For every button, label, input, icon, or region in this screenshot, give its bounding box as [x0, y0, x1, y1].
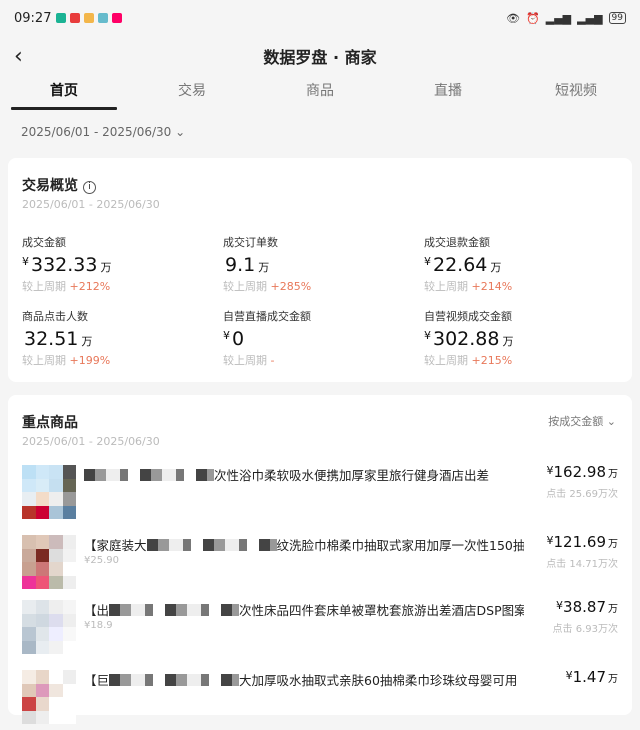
section-title: 交易概览 i [22, 175, 96, 195]
tab-products[interactable]: 商品 [256, 80, 384, 108]
product-thumbnail [22, 600, 76, 654]
metric[interactable]: 自营视频成交金额 ¥302.88 万 较上周期 +215% [424, 308, 614, 368]
alarm-icon: ⏰ [526, 11, 540, 25]
metric-change: 较上周期 +199% [22, 354, 111, 367]
chevron-down-icon: ⌄ [175, 125, 186, 139]
metric-label: 商品点击人数 [22, 310, 88, 323]
metric-value: 9.1 万 [225, 254, 270, 276]
product-clicks: 点击 25.69万次 [546, 489, 618, 500]
product-price: ¥18.9 [84, 620, 113, 631]
tab-live[interactable]: 直播 [384, 80, 512, 108]
chevron-down-icon: ⌄ [606, 415, 616, 428]
metric-value: 32.51 万 [24, 328, 93, 350]
trade-overview-card: 交易概览 i 2025/06/01 - 2025/06/30 成交金额 ¥332.… [8, 158, 632, 382]
eye-icon: 👁 [506, 11, 521, 25]
info-icon[interactable]: i [83, 181, 96, 194]
section-date: 2025/06/01 - 2025/06/30 [22, 435, 160, 448]
product-amount: ¥121.69 万 [546, 533, 619, 551]
tab-short-video[interactable]: 短视频 [512, 80, 640, 108]
metric[interactable]: 成交退款金额 ¥22.64 万 较上周期 +214% [424, 234, 614, 294]
key-products-card: 重点商品 按成交金额 ⌄ 2025/06/01 - 2025/06/30 次性浴… [8, 395, 632, 724]
product-row[interactable]: 【巨 大加厚吸水抽取式亲肤60抽棉柔巾珍珠纹母婴可用 ¥1.47 万 [22, 668, 618, 730]
metric[interactable]: 自营直播成交金额 ¥0 较上周期 - [223, 308, 413, 368]
notification-icons [56, 13, 123, 23]
tab-trade[interactable]: 交易 [128, 80, 256, 108]
metric-change: 较上周期 +212% [22, 280, 111, 293]
tab-bar: 首页 交易 商品 直播 短视频 [0, 80, 640, 108]
section-title: 重点商品 [22, 415, 78, 431]
product-title: 次性浴巾柔软吸水便携加厚家里旅行健身酒店出差 [84, 465, 524, 484]
mosaic-redaction [84, 469, 214, 481]
product-amount: ¥162.98 万 [546, 463, 619, 481]
metric[interactable]: 商品点击人数 32.51 万 较上周期 +199% [22, 308, 212, 368]
date-range-text: 2025/06/01 - 2025/06/30 [21, 125, 172, 139]
metric-label: 自营直播成交金额 [223, 310, 311, 323]
product-row[interactable]: 【家庭装大纹洗脸巾棉柔巾抽取式家用加厚一次性150抽棉柔巾 ¥25.90 ¥12… [22, 533, 619, 595]
nav-bar: ‹ 数据罗盘 · 商家 [0, 44, 640, 70]
metric-change: 较上周期 +215% [424, 354, 513, 367]
metric-value: ¥302.88 万 [424, 328, 514, 350]
metric[interactable]: 成交订单数 9.1 万 较上周期 +285% [223, 234, 413, 294]
back-button[interactable]: ‹ [14, 44, 23, 69]
status-bar: 09:27 👁 ⏰ ▂▄▆ ▂▄▆ 99 [14, 8, 626, 28]
mosaic-redaction [109, 674, 240, 686]
page-title: 数据罗盘 · 商家 [263, 48, 377, 67]
product-clicks: 点击 6.93万次 [552, 624, 618, 635]
product-amount: ¥38.87 万 [556, 598, 618, 616]
date-range-picker[interactable]: 2025/06/01 - 2025/06/30 ⌄ [21, 125, 185, 139]
clock: 09:27 [14, 10, 52, 26]
metric[interactable]: 成交金额 ¥332.33 万 较上周期 +212% [22, 234, 212, 294]
product-row[interactable]: 【出 次性床品四件套床单被罩枕套旅游出差酒店DSP图案随机 ¥18.9 ¥38.8… [22, 598, 618, 660]
metric-change: 较上周期 - [223, 354, 275, 367]
product-thumbnail [22, 670, 76, 724]
mosaic-redaction [109, 604, 240, 616]
metric-label: 自营视频成交金额 [424, 310, 512, 323]
metric-value: ¥0 [223, 328, 245, 350]
metric-change: 较上周期 +285% [223, 280, 312, 293]
battery-icon: 99 [608, 12, 626, 24]
product-title: 【巨 大加厚吸水抽取式亲肤60抽棉柔巾珍珠纹母婴可用 [84, 673, 518, 688]
product-clicks: 点击 14.71万次 [546, 559, 618, 570]
product-thumbnail [22, 535, 76, 589]
metric-value: ¥22.64 万 [424, 254, 502, 276]
metric-value: ¥332.33 万 [22, 254, 112, 276]
tab-home[interactable]: 首页 [0, 80, 128, 108]
system-icons: 👁 ⏰ ▂▄▆ ▂▄▆ 99 [506, 12, 626, 25]
section-date: 2025/06/01 - 2025/06/30 [22, 198, 160, 211]
metric-change: 较上周期 +214% [424, 280, 513, 293]
product-title: 【出 次性床品四件套床单被罩枕套旅游出差酒店DSP图案随机 [84, 603, 524, 618]
metric-label: 成交金额 [22, 236, 66, 249]
product-row[interactable]: 次性浴巾柔软吸水便携加厚家里旅行健身酒店出差 ¥162.98 万 点击 25.69… [22, 463, 619, 525]
product-title: 【家庭装大纹洗脸巾棉柔巾抽取式家用加厚一次性150抽棉柔巾 [84, 538, 524, 553]
metric-label: 成交订单数 [223, 236, 278, 249]
product-price: ¥25.90 [84, 555, 119, 566]
signal-icon: ▂▄▆ [545, 11, 572, 25]
metric-label: 成交退款金额 [424, 236, 490, 249]
product-thumbnail [22, 465, 76, 519]
signal-icon: ▂▄▆ [577, 11, 603, 25]
mosaic-redaction [146, 539, 277, 551]
sort-dropdown[interactable]: 按成交金额 ⌄ [548, 413, 616, 429]
product-amount: ¥1.47 万 [565, 668, 618, 686]
